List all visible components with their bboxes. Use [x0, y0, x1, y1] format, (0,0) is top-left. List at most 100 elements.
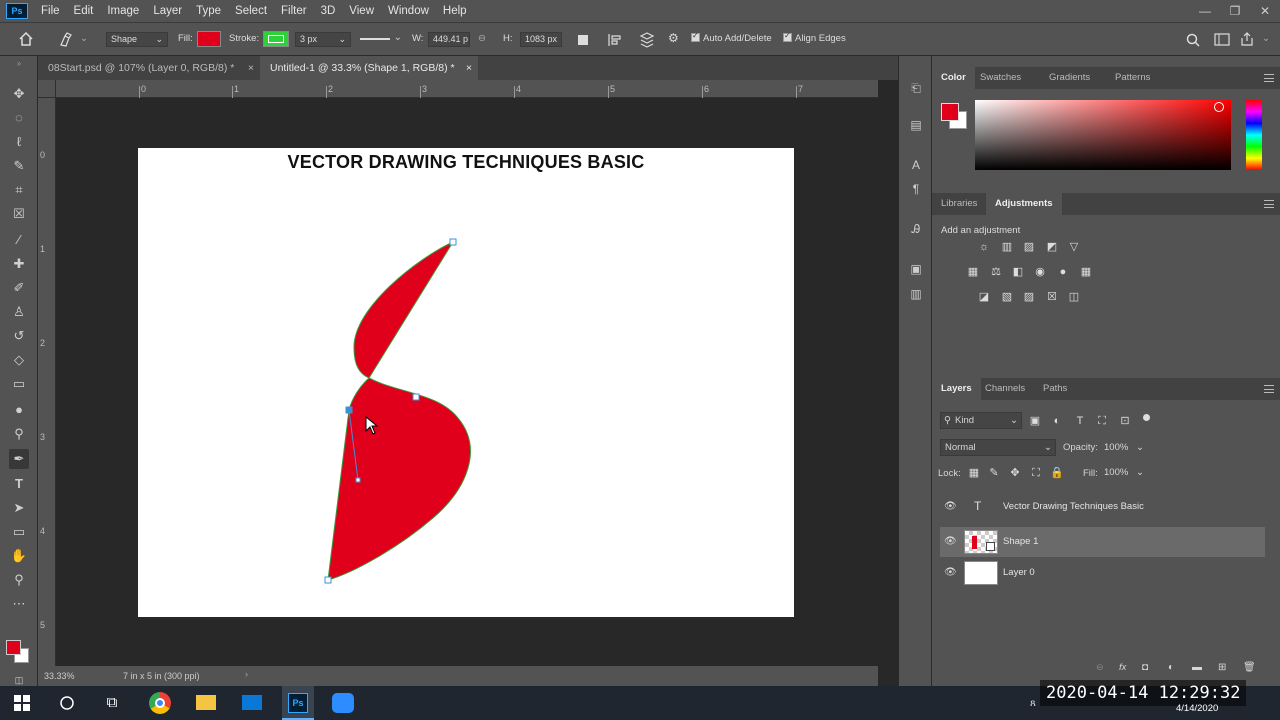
hand-tool-icon[interactable]: ✋	[9, 546, 29, 566]
menu-filter[interactable]: Filter	[274, 0, 314, 22]
home-icon[interactable]	[18, 32, 34, 46]
menu-3d[interactable]: 3D	[314, 0, 343, 22]
blend-mode-select[interactable]: Normal ⌄	[940, 439, 1056, 456]
zoom-tool-icon[interactable]: ⚲	[9, 570, 29, 590]
color-picker-marker[interactable]	[1214, 102, 1224, 112]
shape-1-vector[interactable]	[138, 148, 794, 617]
panel-menu-icon[interactable]	[1264, 74, 1274, 82]
chevron-down-icon[interactable]: ⌄	[1262, 33, 1270, 44]
crop-tool-icon[interactable]: ⌗	[9, 180, 29, 200]
move-tool-icon[interactable]: ✥	[9, 84, 29, 104]
paragraph-panel-icon[interactable]: ¶	[907, 180, 925, 198]
menu-file[interactable]: File	[34, 0, 67, 22]
posterize-icon[interactable]: ▧	[1000, 290, 1014, 304]
chevron-right-icon[interactable]: ›	[245, 669, 248, 679]
brushes-panel-icon[interactable]: ▣	[907, 260, 925, 278]
layer-name[interactable]: Layer 0	[1003, 567, 1035, 578]
pen-tool-icon[interactable]: ✒	[9, 449, 29, 469]
tab-color[interactable]: Color	[932, 67, 975, 89]
search-icon[interactable]	[1186, 33, 1200, 47]
notes-panel-icon[interactable]: ▥	[907, 285, 925, 303]
path-selection-tool-icon[interactable]: ➤	[9, 498, 29, 518]
stroke-swatch[interactable]	[263, 31, 289, 47]
blur-tool-icon[interactable]: ●	[9, 400, 29, 420]
fx-icon[interactable]: fx	[1119, 662, 1126, 673]
collapse-icon[interactable]: »	[9, 59, 29, 69]
eye-icon[interactable]: 👁	[944, 501, 957, 512]
minimize-button[interactable]: —	[1190, 0, 1220, 22]
quick-selection-tool-icon[interactable]: ✎	[9, 156, 29, 176]
selective-color-icon[interactable]: ☒	[1045, 290, 1059, 304]
layer-row-text[interactable]: 👁 T Vector Drawing Techniques Basic	[940, 492, 1265, 522]
close-button[interactable]: ✕	[1250, 0, 1280, 22]
layer-row-shape-1[interactable]: 👁 Shape 1	[940, 527, 1265, 557]
layer-filter-select[interactable]: ⚲ Kind ⌄	[940, 412, 1022, 429]
adjustment-layer-icon[interactable]: ◐	[1168, 662, 1174, 673]
color-lookup-icon[interactable]: ▦	[1079, 265, 1093, 279]
clone-stamp-tool-icon[interactable]: ♙	[9, 302, 29, 322]
workspace-icon[interactable]	[1214, 33, 1230, 46]
menu-view[interactable]: View	[342, 0, 381, 22]
tab-patterns[interactable]: Patterns	[1106, 67, 1159, 89]
delete-layer-icon[interactable]: 🗑	[1243, 662, 1256, 673]
lock-position-icon[interactable]: ✥	[1008, 466, 1022, 480]
zoom-app-icon[interactable]	[332, 693, 354, 713]
preset-chevron-icon[interactable]: ⌄	[80, 33, 88, 44]
search-icon[interactable]	[59, 695, 75, 711]
menu-layer[interactable]: Layer	[146, 0, 189, 22]
marquee-tool-icon[interactable]: ◌	[9, 108, 29, 128]
lock-image-icon[interactable]: ✎	[987, 466, 1001, 480]
group-icon[interactable]: ▬	[1192, 662, 1202, 673]
tab-08start[interactable]: 08Start.psd @ 107% (Layer 0, RGB/8) * ×	[38, 56, 260, 80]
eye-icon[interactable]: 👁	[944, 536, 957, 547]
file-explorer-icon[interactable]	[196, 695, 216, 710]
eyedropper-tool-icon[interactable]: ⁄	[9, 230, 29, 250]
healing-brush-tool-icon[interactable]: ✚	[9, 254, 29, 274]
align-edges-checkbox[interactable]: Align Edges	[783, 31, 846, 44]
tab-libraries[interactable]: Libraries	[932, 193, 986, 215]
zoom-level[interactable]: 33.33%	[44, 671, 75, 681]
color-balance-icon[interactable]: ⚖	[989, 265, 1003, 279]
stroke-width-field[interactable]: 3 px ⌄	[295, 32, 351, 47]
gear-icon[interactable]: ⚙	[668, 31, 679, 45]
tool-mode-select[interactable]: Shape ⌄	[106, 32, 168, 47]
restore-button[interactable]: ❐	[1220, 0, 1250, 22]
foreground-color-swatch[interactable]	[6, 640, 21, 655]
vibrance-icon[interactable]: ▽	[1067, 240, 1081, 254]
dodge-tool-icon[interactable]: ⚲	[9, 424, 29, 444]
more-tools-icon[interactable]: ⋯	[9, 594, 29, 614]
tab-adjustments[interactable]: Adjustments	[986, 193, 1062, 215]
document-canvas[interactable]: VECTOR DRAWING TECHNIQUES BASIC	[138, 148, 794, 617]
link-icon[interactable]: ⊖	[478, 33, 486, 44]
lasso-tool-icon[interactable]: ℓ	[9, 132, 29, 152]
filter-shape-icon[interactable]: ⛶	[1095, 414, 1109, 428]
frame-tool-icon[interactable]: ☒	[9, 204, 29, 224]
stroke-type-select[interactable]: ⌄	[360, 32, 404, 47]
eye-icon[interactable]: 👁	[944, 567, 957, 578]
document-info[interactable]: 7 in x 5 in (300 ppi)	[123, 671, 200, 681]
hue-saturation-icon[interactable]: ▦	[966, 265, 980, 279]
brightness-contrast-icon[interactable]: ☼	[977, 240, 991, 254]
rectangle-tool-icon[interactable]: ▭	[9, 522, 29, 542]
type-tool-icon[interactable]: T	[9, 474, 29, 494]
task-view-icon[interactable]: ⧉	[100, 691, 124, 715]
width-field[interactable]: 449.41 p	[428, 32, 470, 47]
color-spectrum-field[interactable]	[975, 100, 1231, 170]
filter-type-icon[interactable]: T	[1073, 414, 1087, 428]
eraser-tool-icon[interactable]: ◇	[9, 350, 29, 370]
layer-row-layer-0[interactable]: 👁 Layer 0	[940, 558, 1265, 588]
lock-all-icon[interactable]: 🔒	[1050, 466, 1064, 480]
lock-artboard-icon[interactable]: ⛶	[1029, 466, 1043, 480]
pen-tool-preset-icon[interactable]	[58, 32, 74, 48]
share-icon[interactable]	[1240, 32, 1254, 46]
new-layer-icon[interactable]: ⊞	[1218, 662, 1226, 673]
glyphs-panel-icon[interactable]: Ꭿ	[907, 220, 925, 238]
menu-window[interactable]: Window	[381, 0, 436, 22]
threshold-icon[interactable]: ▨	[1022, 290, 1036, 304]
photo-filter-icon[interactable]: ◉	[1033, 265, 1047, 279]
panel-menu-icon[interactable]	[1264, 385, 1274, 393]
photoshop-taskbar-button[interactable]: Ps	[282, 686, 314, 720]
auto-add-delete-checkbox[interactable]: Auto Add/Delete	[691, 31, 772, 44]
filter-adjustment-icon[interactable]: ◐	[1050, 414, 1064, 428]
fill-field[interactable]: 100% ⌄	[1104, 464, 1146, 481]
